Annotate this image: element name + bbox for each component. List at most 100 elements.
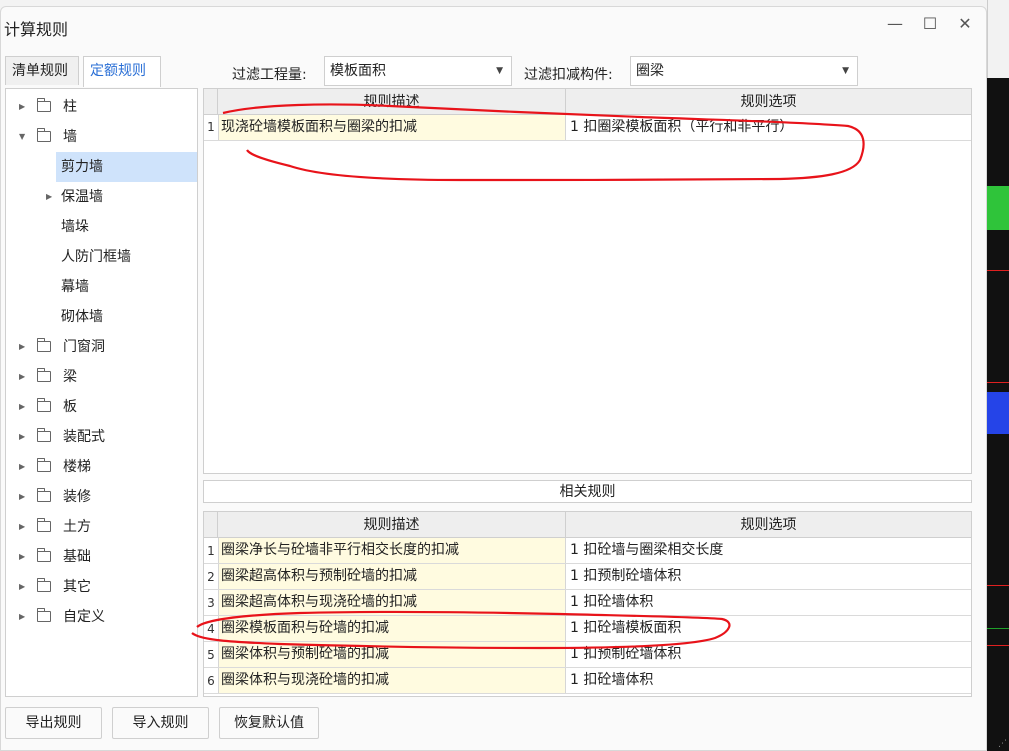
background-line [987,270,1009,271]
tree-item-label: 梁 [63,369,77,385]
tree-item[interactable]: ▶ 梁 [6,362,197,392]
filter-quantity-select[interactable]: 模板面积 ▼ [324,56,512,86]
row-number: 5 [207,648,215,662]
background-line [987,585,1009,586]
tree-item[interactable]: 墙垛 [6,212,197,242]
rule-desc-cell[interactable]: 现浇砼墙模板面积与圈梁的扣减 [218,115,566,140]
filter-component-select[interactable]: 圈梁 ▼ [630,56,858,86]
table-row[interactable]: 2 圈梁超高体积与预制砼墙的扣减 1 扣预制砼墙体积 [204,564,971,590]
component-tree: ▶ 柱 ▼ 墙剪力墙 ▶ 保温墙 墙垛 人防门框墙 幕墙 砌体墙 ▶ 门窗洞 ▶ 梁 ▶ 板 ▶ 装配式 ▶ 楼梯 ▶ 装… [5,88,198,697]
tree-item-label: 柱 [63,99,77,115]
tree-item[interactable]: 砌体墙 [6,302,197,332]
row-number-header [204,89,218,115]
tree-item-label: 保温墙 [61,189,103,205]
chevron-right-icon[interactable]: ▶ [19,572,25,602]
chevron-right-icon[interactable]: ▶ [19,482,25,512]
minimize-button[interactable]: — [885,14,905,33]
tree-item[interactable]: 剪力墙 [6,152,197,182]
tree-item[interactable]: ▶ 楼梯 [6,452,197,482]
tree-item[interactable]: ▶ 装配式 [6,422,197,452]
chevron-down-icon[interactable]: ▼ [19,122,25,152]
tree-item[interactable]: 人防门框墙 [6,242,197,272]
chevron-right-icon[interactable]: ▶ [46,182,52,212]
folder-icon [37,518,51,532]
table-row[interactable]: 1 圈梁净长与砼墙非平行相交长度的扣减 1 扣砼墙与圈梁相交长度 [204,538,971,564]
rule-desc-cell[interactable]: 圈梁体积与预制砼墙的扣减 [218,642,566,667]
row-number-header [204,512,218,538]
filter-component-value: 圈梁 [636,63,664,79]
chevron-right-icon[interactable]: ▶ [19,332,25,362]
rule-desc-cell[interactable]: 圈梁体积与现浇砼墙的扣减 [218,668,566,693]
background-line [987,628,1009,629]
row-number: 2 [207,570,215,584]
table-row[interactable]: 5 圈梁体积与预制砼墙的扣减 1 扣预制砼墙体积 [204,642,971,668]
rule-option-header: 规则选项 [566,512,971,538]
chevron-right-icon[interactable]: ▶ [19,602,25,632]
rule-option-cell[interactable]: 1 扣砼墙体积 [566,668,971,693]
resize-grip-icon[interactable]: ⋰ [998,739,1007,749]
rule-desc-cell[interactable]: 圈梁净长与砼墙非平行相交长度的扣减 [218,538,566,563]
rule-option-cell[interactable]: 1 扣砼墙模板面积 [566,616,971,641]
import-rules-button[interactable]: 导入规则 [112,707,209,739]
tree-item[interactable]: ▼ 墙 [6,122,197,152]
tree-item-label: 幕墙 [61,279,89,295]
tree-item[interactable]: ▶ 自定义 [6,602,197,632]
table-row[interactable]: 6 圈梁体积与现浇砼墙的扣减 1 扣砼墙体积 [204,668,971,694]
tree-item-label: 人防门框墙 [61,249,131,265]
chevron-right-icon[interactable]: ▶ [19,362,25,392]
tree-item-label: 板 [63,399,77,415]
rule-desc-cell[interactable]: 圈梁模板面积与砼墙的扣减 [218,616,566,641]
tree-item[interactable]: ▶ 板 [6,392,197,422]
tree-item[interactable]: ▶ 土方 [6,512,197,542]
row-number: 4 [207,622,215,636]
chevron-right-icon[interactable]: ▶ [19,542,25,572]
tree-item-label: 其它 [63,579,91,595]
tree-item-label: 装修 [63,489,91,505]
chevron-right-icon[interactable]: ▶ [19,452,25,482]
rule-option-cell[interactable]: 1 扣预制砼墙体积 [566,642,971,667]
chevron-right-icon[interactable]: ▶ [19,392,25,422]
tree-item[interactable]: 幕墙 [6,272,197,302]
tree-item-label: 砌体墙 [61,309,103,325]
folder-icon [37,458,51,472]
rule-desc-cell[interactable]: 圈梁超高体积与现浇砼墙的扣减 [218,590,566,615]
tab-bill-rules[interactable]: 清单规则 [5,56,79,85]
tree-item-label: 装配式 [63,429,105,445]
background-panel [987,0,1009,78]
table-row[interactable]: 1 现浇砼墙模板面积与圈梁的扣减 1 扣圈梁模板面积（平行和非平行） [204,115,971,141]
maximize-button[interactable]: ☐ [920,14,940,33]
tree-item[interactable]: ▶ 其它 [6,572,197,602]
tree-item[interactable]: ▶ 保温墙 [6,182,197,212]
chevron-right-icon[interactable]: ▶ [19,92,25,122]
related-rules-title: 相关规则 [203,480,972,503]
tree-item[interactable]: ▶ 装修 [6,482,197,512]
tree-item-label: 自定义 [63,609,105,625]
table-row[interactable]: 4 圈梁模板面积与砼墙的扣减 1 扣砼墙模板面积 [204,616,971,642]
rule-option-cell[interactable]: 1 扣砼墙与圈梁相交长度 [566,538,971,563]
tree-item-label: 墙垛 [61,219,89,235]
rule-desc-cell[interactable]: 圈梁超高体积与预制砼墙的扣减 [218,564,566,589]
row-number: 3 [207,596,215,610]
rules-table: 规则描述 规则选项 1 现浇砼墙模板面积与圈梁的扣减 1 扣圈梁模板面积（平行和… [203,88,972,474]
chevron-right-icon[interactable]: ▶ [19,422,25,452]
tree-item[interactable]: ▶ 基础 [6,542,197,572]
rule-option-cell[interactable]: 1 扣预制砼墙体积 [566,564,971,589]
tab-quota-rules[interactable]: 定额规则 [83,56,161,87]
filter-component-label: 过滤扣减构件: [524,67,613,83]
tree-item-label: 基础 [63,549,91,565]
background-line [987,645,1009,646]
tree-item[interactable]: ▶ 门窗洞 [6,332,197,362]
tree-item[interactable]: ▶ 柱 [6,92,197,122]
close-button[interactable]: ✕ [955,14,975,33]
rule-option-cell[interactable]: 1 扣砼墙体积 [566,590,971,615]
table-row[interactable]: 3 圈梁超高体积与现浇砼墙的扣减 1 扣砼墙体积 [204,590,971,616]
rule-option-cell[interactable]: 1 扣圈梁模板面积（平行和非平行） [566,115,971,140]
chevron-right-icon[interactable]: ▶ [19,512,25,542]
folder-icon [37,98,51,112]
background-blue-block [987,392,1009,434]
row-number: 6 [207,674,215,688]
background-line [987,382,1009,383]
restore-defaults-button[interactable]: 恢复默认值 [219,707,319,739]
export-rules-button[interactable]: 导出规则 [5,707,102,739]
chevron-down-icon: ▼ [842,66,849,76]
